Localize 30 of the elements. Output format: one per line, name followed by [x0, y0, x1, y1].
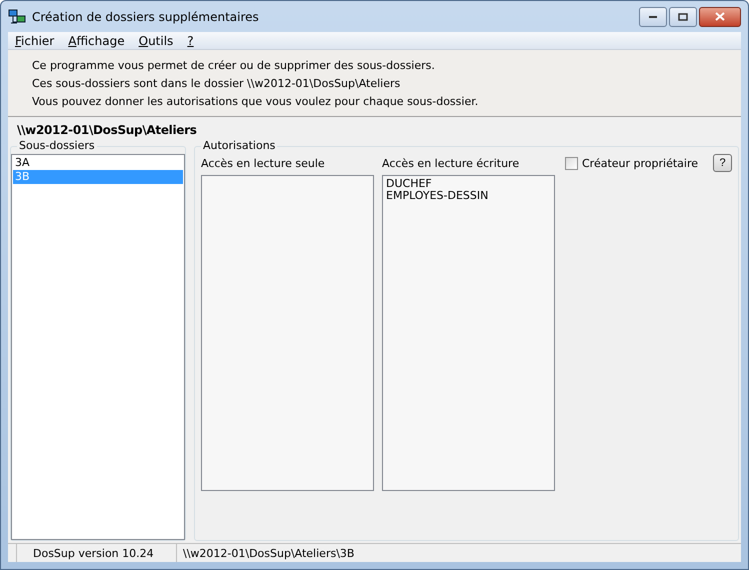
maximize-button[interactable] — [669, 6, 697, 26]
intro-text: Vous pouvez donner les autorisations que vous voulez pour chaque sous-dossier. — [32, 94, 480, 110]
user-list[interactable]: DUCHEF EMPLOYES-DESSIN — [382, 175, 555, 491]
folder-path: \\w2012-01\DosSup\Ateliers — [16, 122, 198, 139]
status-text: DosSup version 10.24 — [33, 546, 154, 560]
list-item[interactable]: DUCHEF — [386, 178, 551, 190]
help-button[interactable]: ? — [713, 154, 732, 172]
checkbox-label: Créateur propriétaire — [582, 157, 698, 170]
menu-item[interactable]: Fichier — [15, 34, 54, 48]
menu-item[interactable]: ? — [187, 34, 194, 48]
window-title: Création de dossiers supplémentaires — [32, 10, 260, 24]
close-icon — [715, 12, 725, 21]
list-label: Accès en lecture écriture — [382, 157, 520, 170]
menu-item[interactable]: Affichage — [68, 34, 125, 48]
checkbox[interactable] — [565, 157, 578, 170]
subfolder-list[interactable]: 3A 3B — [11, 154, 185, 540]
list-item[interactable]: 3A — [13, 156, 183, 170]
group-title: Autorisations — [201, 139, 278, 152]
status-text: \\w2012-01\DosSup\Ateliers\3B — [183, 546, 354, 560]
computers-icon — [8, 8, 26, 24]
list-item[interactable]: EMPLOYES-DESSIN — [386, 190, 551, 202]
minimize-icon — [648, 14, 658, 18]
intro-text: Ces sous-dossiers sont dans le dossier \\w2012-01\DosSup\Ateliers — [32, 76, 402, 92]
minimize-button[interactable] — [639, 6, 667, 26]
group-title: Sous-dossiers — [17, 139, 97, 152]
close-button[interactable] — [699, 6, 741, 26]
list-label: Accès en lecture seule — [201, 157, 326, 170]
intro-text: Ce programme vous permet de créer ou de supprimer des sous-dossiers. — [32, 58, 436, 74]
maximize-icon — [678, 12, 688, 20]
menu-item[interactable]: Outils — [138, 34, 174, 48]
